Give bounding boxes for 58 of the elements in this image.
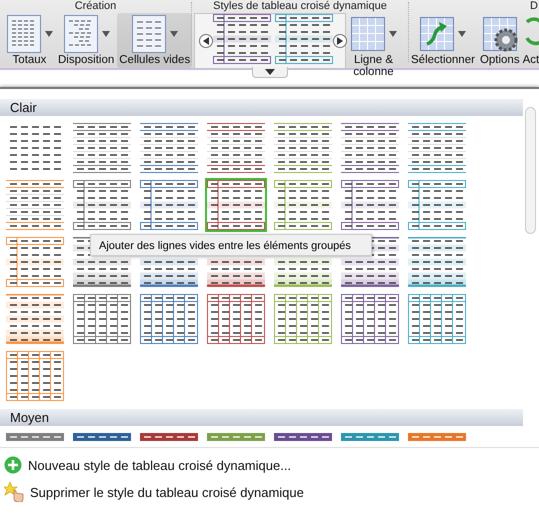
table-style-swatch[interactable] bbox=[4, 292, 66, 346]
grid-icon bbox=[350, 16, 386, 52]
table-style-swatch[interactable] bbox=[138, 292, 200, 346]
ribbon-button[interactable]: Sélectionner bbox=[409, 13, 477, 68]
table-style-swatch[interactable] bbox=[406, 235, 468, 289]
scrollbar[interactable] bbox=[525, 107, 536, 234]
left-triangle-icon bbox=[203, 37, 209, 45]
layout-icon bbox=[62, 14, 99, 54]
table-style-swatch[interactable] bbox=[138, 178, 200, 232]
table-style-swatch[interactable] bbox=[406, 431, 468, 443]
ribbon-button[interactable]: Totaux bbox=[4, 13, 55, 68]
star-pointer-icon bbox=[4, 482, 24, 502]
blank-cells-icon bbox=[131, 14, 168, 54]
table-style-swatch[interactable] bbox=[71, 178, 133, 232]
ribbon-button[interactable]: Options bbox=[478, 13, 522, 68]
ribbon-button[interactable]: Disposition bbox=[56, 13, 116, 68]
table-style-swatch[interactable] bbox=[339, 431, 401, 443]
previous-button[interactable] bbox=[199, 34, 213, 48]
table-style-swatch[interactable] bbox=[4, 178, 66, 232]
table-style-swatch[interactable] bbox=[138, 431, 200, 443]
menu-item[interactable]: Supprimer le style du tableau croisé dynamique bbox=[4, 480, 535, 504]
table-style-swatch[interactable] bbox=[71, 431, 133, 443]
totals-icon bbox=[6, 14, 42, 54]
section-header: Moyen bbox=[0, 409, 523, 426]
tooltip: Ajouter des lignes vides entre les éléments groupés bbox=[90, 234, 372, 256]
table-style-swatch[interactable] bbox=[71, 292, 133, 346]
table-style-swatch[interactable] bbox=[138, 121, 200, 175]
table-style-swatch[interactable] bbox=[406, 121, 468, 175]
ribbon-button[interactable]: Ligne & colonne bbox=[348, 13, 399, 80]
section-header: Clair bbox=[0, 99, 523, 116]
table-style-swatch[interactable] bbox=[71, 121, 133, 175]
table-style-swatch[interactable] bbox=[205, 178, 267, 232]
table-style-swatch[interactable] bbox=[406, 292, 468, 346]
group-label: Styles de tableau croisé dynamique bbox=[212, 0, 388, 13]
table-style-swatch[interactable] bbox=[339, 178, 401, 232]
ribbon-button[interactable]: Act bbox=[522, 13, 539, 68]
table-style-swatch[interactable] bbox=[4, 431, 66, 443]
ribbon-button[interactable]: Cellules vides bbox=[117, 13, 192, 68]
table-style-swatch[interactable] bbox=[205, 431, 267, 443]
table-style-swatch[interactable] bbox=[272, 121, 334, 175]
table-style-swatch[interactable] bbox=[205, 292, 267, 346]
table-style-swatch[interactable] bbox=[272, 431, 334, 443]
expand-gallery-button[interactable] bbox=[252, 67, 288, 78]
next-button[interactable] bbox=[333, 34, 347, 48]
table-style-swatch[interactable] bbox=[4, 235, 66, 289]
table-style-swatch[interactable] bbox=[339, 121, 401, 175]
group-label: Création bbox=[74, 0, 118, 13]
right-triangle-icon bbox=[337, 37, 343, 45]
group-label: D bbox=[529, 0, 539, 13]
table-style-swatch[interactable] bbox=[339, 292, 401, 346]
table-style-swatch[interactable] bbox=[4, 349, 66, 403]
table-style-swatch[interactable] bbox=[406, 178, 468, 232]
table-style-swatch[interactable] bbox=[272, 292, 334, 346]
table-style-swatch[interactable] bbox=[272, 178, 334, 232]
menu-item[interactable]: Nouveau style de tableau croisé dynamique... bbox=[4, 454, 535, 476]
table-style-swatch[interactable] bbox=[205, 121, 267, 175]
grid-gear-icon bbox=[482, 16, 518, 52]
add-icon bbox=[4, 456, 22, 474]
